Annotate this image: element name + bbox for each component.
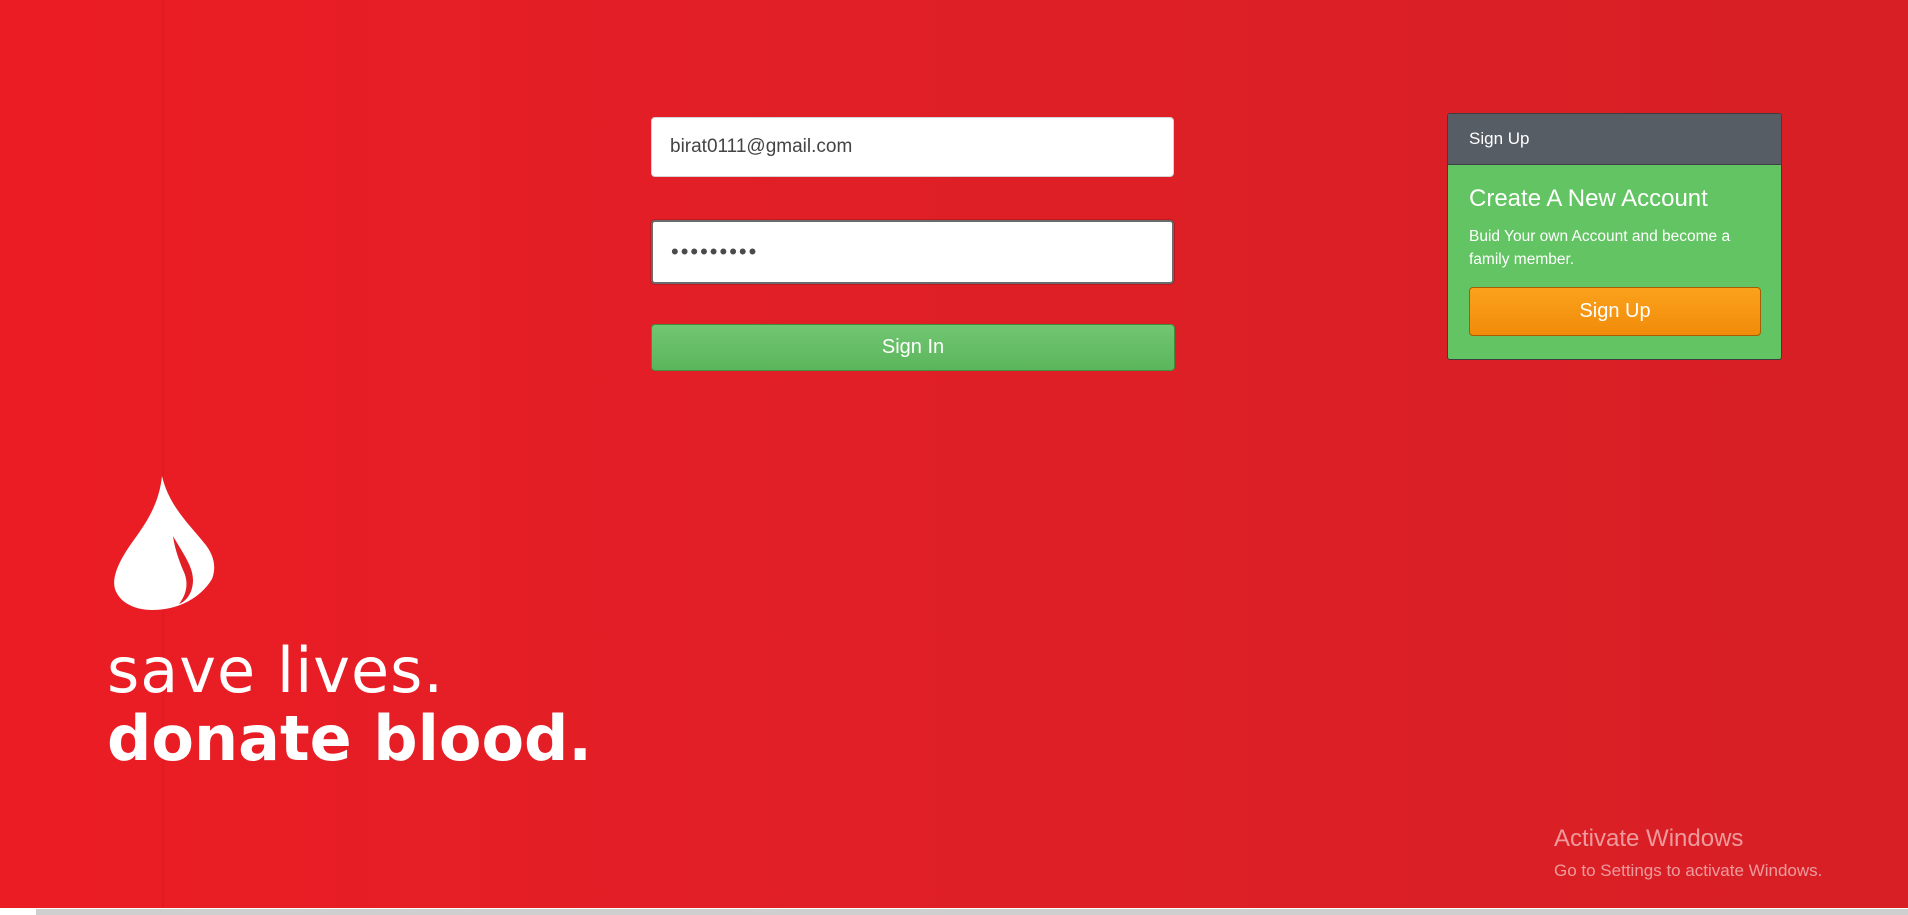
scrollbar-thumb[interactable]	[36, 909, 1908, 915]
horizontal-scrollbar[interactable]	[0, 908, 1908, 915]
email-input[interactable]	[651, 117, 1174, 177]
login-page: { "login": { "email_value": "birat0111@g…	[0, 0, 1908, 915]
signup-panel-body: Create A New Account Buid Your own Accou…	[1448, 165, 1781, 336]
signup-panel-text: Buid Your own Account and become a famil…	[1469, 228, 1731, 268]
slogan-line-1: save lives.	[107, 634, 445, 707]
activate-windows-subtitle: Go to Settings to activate Windows.	[1554, 861, 1823, 880]
blood-drop-icon	[114, 476, 215, 610]
signup-panel-header: Sign Up	[1448, 114, 1781, 165]
signup-panel: Sign Up Create A New Account Buid Your o…	[1447, 113, 1782, 360]
sign-up-button[interactable]: Sign Up	[1469, 287, 1761, 336]
password-input[interactable]	[651, 220, 1174, 284]
slogan-line-2: donate blood.	[107, 702, 592, 775]
sign-in-button[interactable]: Sign In	[651, 324, 1175, 371]
activate-windows-watermark: Activate Windows Go to Settings to activ…	[1554, 825, 1822, 881]
slogan: save lives. donate blood.	[107, 640, 592, 770]
signup-panel-title: Create A New Account	[1469, 185, 1708, 212]
background-divider	[162, 0, 164, 912]
activate-windows-title: Activate Windows	[1554, 825, 1744, 852]
